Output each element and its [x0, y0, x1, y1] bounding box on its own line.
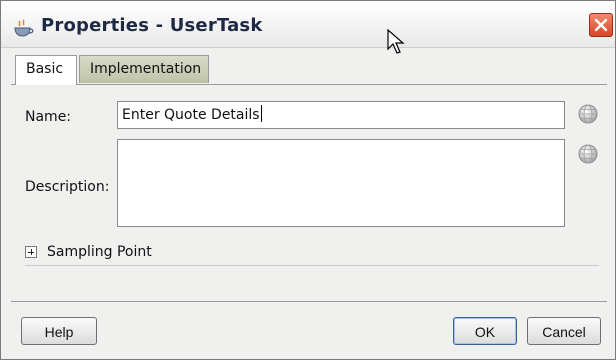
description-label: Description:	[25, 179, 110, 195]
footer-divider	[11, 301, 607, 302]
globe-icon[interactable]	[577, 143, 599, 165]
name-label: Name:	[25, 109, 72, 125]
tab-basic[interactable]: Basic	[15, 55, 77, 85]
sampling-point-label: Sampling Point	[47, 244, 152, 260]
cancel-button[interactable]: Cancel	[527, 317, 601, 345]
properties-dialog: Properties - UserTask Basic Implementati…	[0, 0, 616, 360]
close-button[interactable]	[589, 13, 613, 37]
name-field[interactable]: Enter Quote Details	[117, 101, 565, 129]
globe-icon[interactable]	[577, 103, 599, 125]
help-button[interactable]: Help	[21, 317, 97, 345]
name-field-value: Enter Quote Details	[122, 107, 260, 123]
window-title: Properties - UserTask	[41, 15, 263, 36]
text-caret	[260, 105, 262, 122]
mouse-cursor-icon	[387, 28, 407, 55]
tab-implementation[interactable]: Implementation	[79, 55, 209, 83]
basic-panel: Name: Enter Quote Details Description: S…	[11, 84, 607, 296]
description-field[interactable]	[117, 139, 565, 227]
expand-plus-icon[interactable]	[25, 246, 37, 258]
close-icon	[594, 18, 608, 32]
section-divider	[25, 265, 599, 266]
title-bar[interactable]: Properties - UserTask	[1, 1, 615, 54]
cup-icon	[13, 19, 35, 37]
ok-button[interactable]: OK	[453, 317, 517, 345]
